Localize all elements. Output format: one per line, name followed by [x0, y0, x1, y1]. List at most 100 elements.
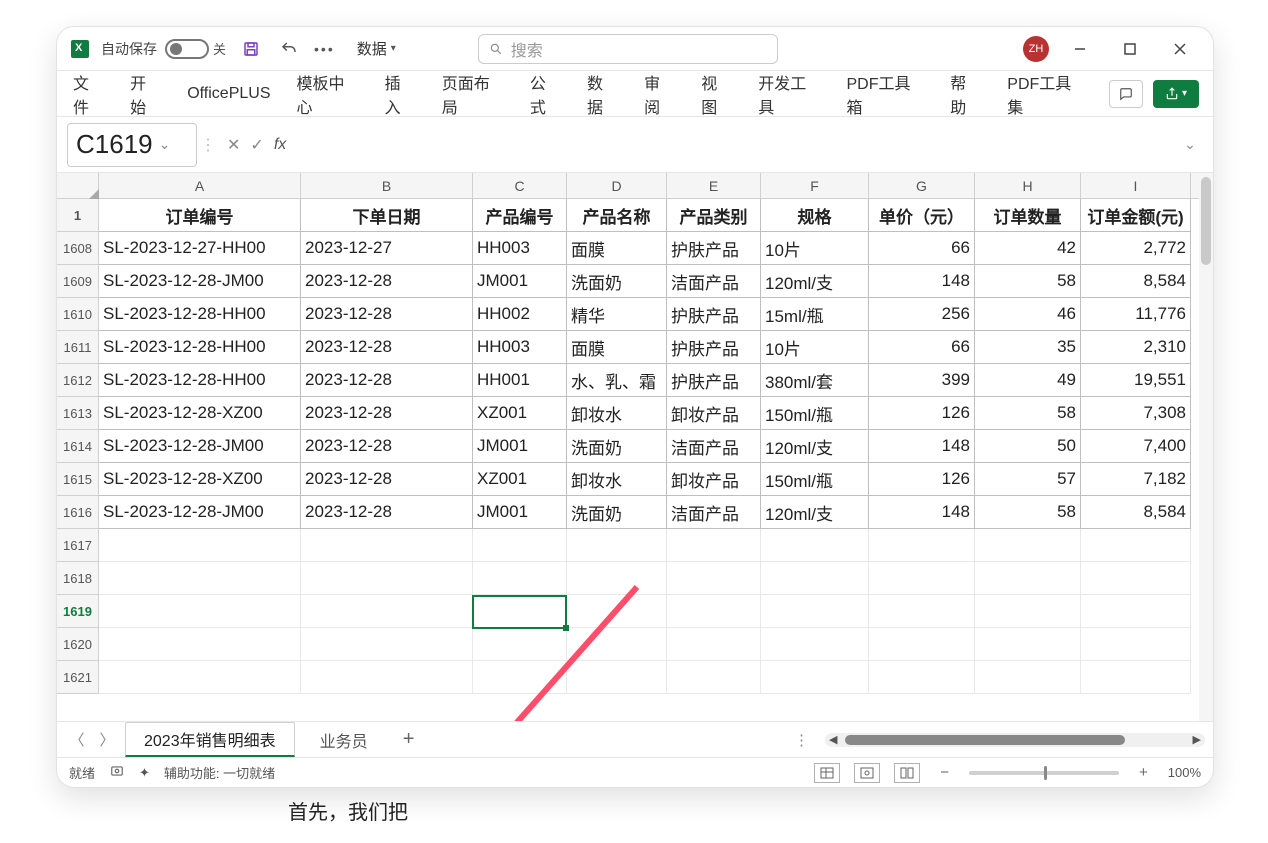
sheet-menu-icon[interactable]: ⋮	[794, 731, 819, 749]
cell[interactable]: 148	[869, 430, 975, 463]
ribbon-tab[interactable]: 文件	[71, 66, 106, 122]
cell[interactable]: 120ml/支	[761, 496, 869, 529]
cell[interactable]: 148	[869, 496, 975, 529]
cell[interactable]: 7,400	[1081, 430, 1191, 463]
avatar[interactable]: ZH	[1023, 36, 1049, 62]
close-icon[interactable]	[1161, 34, 1199, 64]
cell[interactable]: 2023-12-28	[301, 298, 473, 331]
cell[interactable]	[301, 595, 473, 628]
ribbon-tab[interactable]: 数据	[585, 66, 620, 122]
cell[interactable]	[975, 529, 1081, 562]
row-header[interactable]: 1615	[57, 463, 99, 496]
cell[interactable]	[567, 595, 667, 628]
cell[interactable]: 洗面奶	[567, 496, 667, 529]
undo-icon[interactable]	[276, 36, 302, 62]
cell[interactable]: 2,310	[1081, 331, 1191, 364]
cell[interactable]: 8,584	[1081, 265, 1191, 298]
row-header[interactable]: 1609	[57, 265, 99, 298]
cell[interactable]: 8,584	[1081, 496, 1191, 529]
share-button[interactable]: ▾	[1153, 80, 1199, 108]
zoom-slider[interactable]	[969, 771, 1119, 775]
cell[interactable]: 2023-12-27	[301, 232, 473, 265]
cell[interactable]	[667, 529, 761, 562]
row-header[interactable]: 1608	[57, 232, 99, 265]
cell[interactable]: 下单日期	[301, 199, 473, 232]
cell[interactable]: 产品编号	[473, 199, 567, 232]
cell[interactable]: 2023-12-28	[301, 463, 473, 496]
cell[interactable]: 35	[975, 331, 1081, 364]
cell[interactable]: 护肤产品	[667, 364, 761, 397]
sheet-tab[interactable]: 业务员	[301, 723, 387, 756]
row-header[interactable]: 1619	[57, 595, 99, 628]
accept-formula-icon[interactable]: ✓	[250, 135, 263, 155]
cell[interactable]	[99, 628, 301, 661]
cell[interactable]: 护肤产品	[667, 331, 761, 364]
cell[interactable]: 49	[975, 364, 1081, 397]
cell[interactable]: 护肤产品	[667, 232, 761, 265]
cell[interactable]	[473, 595, 567, 628]
formula-input[interactable]	[300, 123, 1171, 167]
row-header[interactable]: 1610	[57, 298, 99, 331]
view-page-layout-icon[interactable]	[854, 763, 880, 783]
minimize-icon[interactable]	[1061, 34, 1099, 64]
cell[interactable]	[1081, 628, 1191, 661]
cell[interactable]: 15ml/瓶	[761, 298, 869, 331]
cell[interactable]: JM001	[473, 496, 567, 529]
name-box[interactable]: C1619 ⌄	[67, 123, 197, 167]
cancel-formula-icon[interactable]: ✕	[227, 135, 240, 155]
col-header[interactable]: D	[567, 173, 667, 198]
cell[interactable]: HH002	[473, 298, 567, 331]
cell[interactable]: 42	[975, 232, 1081, 265]
fx-icon[interactable]: fx	[274, 136, 286, 154]
sheet-tab-active[interactable]: 2023年销售明细表	[125, 722, 295, 757]
scroll-thumb[interactable]	[1201, 177, 1211, 265]
accessibility-icon[interactable]: ✦	[139, 765, 150, 781]
col-header[interactable]: E	[667, 173, 761, 198]
cell[interactable]: 订单数量	[975, 199, 1081, 232]
col-header[interactable]: C	[473, 173, 567, 198]
cell[interactable]: 120ml/支	[761, 430, 869, 463]
cell[interactable]	[301, 562, 473, 595]
cell[interactable]	[667, 595, 761, 628]
row-header[interactable]: 1613	[57, 397, 99, 430]
cell[interactable]: 7,182	[1081, 463, 1191, 496]
col-header[interactable]: B	[301, 173, 473, 198]
cell[interactable]: 126	[869, 397, 975, 430]
ribbon-tab[interactable]: 插入	[383, 66, 418, 122]
col-header[interactable]: G	[869, 173, 975, 198]
cell[interactable]: 58	[975, 397, 1081, 430]
ribbon-tab[interactable]: PDF工具箱	[844, 66, 926, 122]
cell[interactable]	[667, 562, 761, 595]
cell[interactable]	[99, 661, 301, 694]
cell[interactable]	[761, 661, 869, 694]
ribbon-tab[interactable]: 帮助	[948, 66, 983, 122]
cell[interactable]: SL-2023-12-28-XZ00	[99, 397, 301, 430]
cell[interactable]: 2023-12-28	[301, 364, 473, 397]
zoom-in-button[interactable]: +	[1133, 764, 1154, 781]
cell[interactable]	[473, 661, 567, 694]
cell[interactable]: 120ml/支	[761, 265, 869, 298]
cell[interactable]: 10片	[761, 331, 869, 364]
cell[interactable]: SL-2023-12-28-JM00	[99, 430, 301, 463]
cell[interactable]: 面膜	[567, 232, 667, 265]
cell[interactable]: 卸妆水	[567, 397, 667, 430]
row-header[interactable]: 1617	[57, 529, 99, 562]
macros-icon[interactable]	[109, 764, 125, 781]
cell[interactable]: 卸妆水	[567, 463, 667, 496]
cell[interactable]: 精华	[567, 298, 667, 331]
zoom-out-button[interactable]: −	[934, 764, 955, 781]
cell[interactable]: 2023-12-28	[301, 397, 473, 430]
col-header[interactable]: H	[975, 173, 1081, 198]
cell[interactable]	[1081, 595, 1191, 628]
row-header[interactable]: 1614	[57, 430, 99, 463]
cell[interactable]: 19,551	[1081, 364, 1191, 397]
cell[interactable]: SL-2023-12-28-XZ00	[99, 463, 301, 496]
ribbon-tab[interactable]: 开发工具	[756, 66, 822, 122]
cell[interactable]: 产品名称	[567, 199, 667, 232]
cell[interactable]	[1081, 529, 1191, 562]
cell[interactable]: 订单金额(元)	[1081, 199, 1191, 232]
cell[interactable]	[869, 628, 975, 661]
cell[interactable]: HH003	[473, 232, 567, 265]
ribbon-tab[interactable]: 审阅	[642, 66, 677, 122]
more-icon[interactable]: •••	[314, 41, 335, 57]
